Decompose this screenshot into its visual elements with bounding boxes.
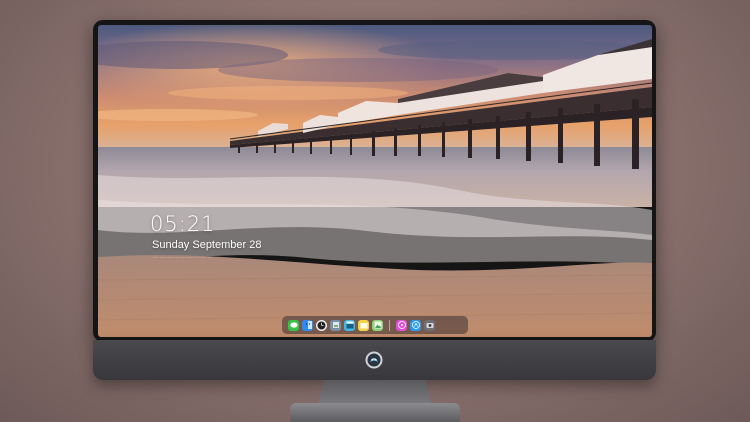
app-store-icon[interactable]	[410, 319, 421, 331]
dock	[282, 316, 468, 334]
preview-app-icon[interactable]	[330, 319, 341, 331]
monitor-stand-neck	[318, 380, 432, 404]
notes-app-icon[interactable]	[358, 319, 369, 331]
lock-screen-date: Sunday September 28	[152, 239, 262, 251]
lock-screen-clock: 05:21	[150, 212, 216, 236]
screen: 05:21 Sunday September 28 ····· ···· ···…	[98, 25, 652, 337]
music-app-icon[interactable]	[396, 319, 407, 331]
photos-app-icon[interactable]	[372, 319, 383, 331]
dock-separator	[389, 319, 390, 331]
camera-app-icon[interactable]	[424, 319, 435, 331]
lock-screen-subline: ····· ···· ······ ·· ····· ······ ··· ··…	[152, 255, 213, 260]
brand-logo-icon	[364, 350, 384, 370]
wallpaper-pier-at-sunset	[98, 25, 652, 337]
finder-app-icon[interactable]	[302, 319, 313, 331]
messages-app-icon[interactable]	[288, 319, 299, 331]
clock-app-icon[interactable]	[316, 319, 327, 331]
video-app-icon[interactable]	[344, 319, 355, 331]
monitor-stand-base	[290, 403, 460, 422]
